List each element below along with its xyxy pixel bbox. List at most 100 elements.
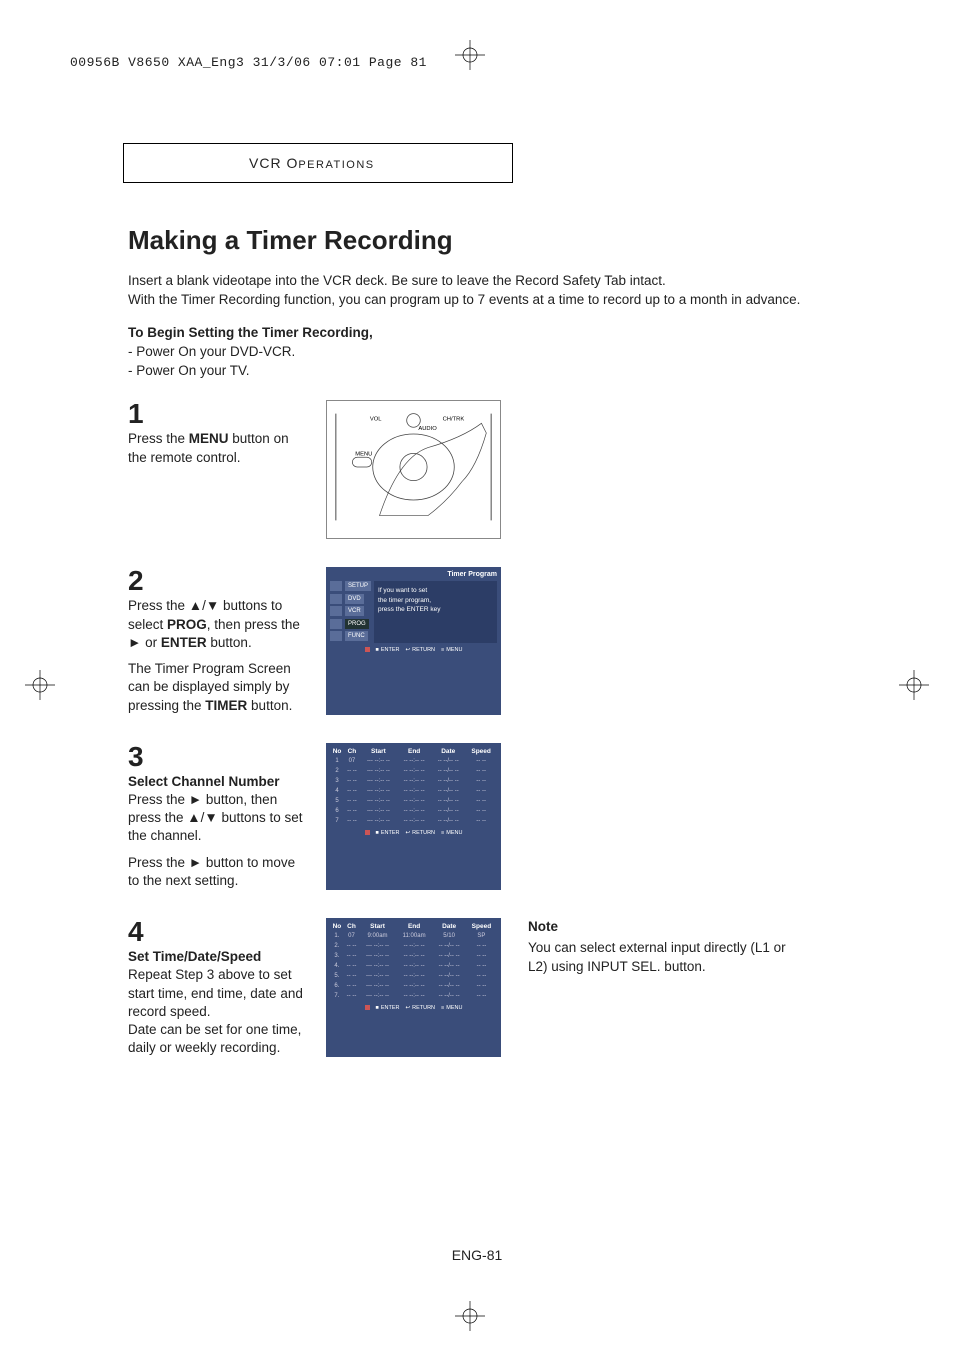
table-cell: --- --:-- -- [360, 806, 397, 816]
vol-label: VOL [370, 417, 382, 423]
step-number: 4 [128, 918, 308, 946]
table-cell: 3. [330, 951, 344, 961]
table-cell: -- -- [465, 816, 497, 826]
table-cell: -- -- [344, 951, 359, 961]
table-row: 1.079:00am11:00am5/10SP [330, 931, 497, 941]
remote-illustration: VOL AUDIO MENU CH/TRK [326, 400, 501, 539]
table-cell: -- --:-- -- [396, 951, 433, 961]
table-cell: -- -- [465, 776, 497, 786]
table-cell: -- -- [465, 786, 497, 796]
note-block: Note You can select external input direc… [528, 918, 788, 977]
table-row: 3.-- ----- --:-- ---- --:-- ---- --/-- -… [330, 951, 497, 961]
table-cell: 5/10 [432, 931, 465, 941]
menu-label: MENU [355, 452, 372, 458]
table-cell: --- --:-- -- [359, 961, 396, 971]
table-row: 2.-- ----- --:-- ---- --:-- ---- --/-- -… [330, 941, 497, 951]
note-title: Note [528, 918, 788, 937]
table-cell: -- --/-- -- [432, 991, 465, 1001]
table-cell: 3 [330, 776, 344, 786]
table-cell: --- --:-- -- [359, 951, 396, 961]
step-number: 1 [128, 400, 308, 428]
table-cell: -- -- [465, 806, 497, 816]
table-cell: 2 [330, 766, 344, 776]
table-header: Date [432, 922, 465, 931]
table-cell: -- --:-- -- [396, 961, 433, 971]
osd-title: Timer Program [330, 571, 497, 578]
table-cell: -- --:-- -- [396, 981, 433, 991]
crop-mark-icon [455, 40, 485, 70]
table-cell: --- --:-- -- [359, 941, 396, 951]
table-header: End [397, 747, 431, 756]
table-cell: 11:00am [396, 931, 433, 941]
table-cell: -- -- [466, 991, 497, 1001]
table-cell: -- --/-- -- [431, 776, 465, 786]
table-cell: 7. [330, 991, 344, 1001]
table-cell: 9:00am [359, 931, 396, 941]
table-cell: -- --/-- -- [432, 971, 465, 981]
table-cell: -- --:-- -- [397, 766, 431, 776]
osd-screen-channel-table: NoChStartEndDateSpeed 107--- --:-- ---- … [326, 743, 501, 890]
table-cell: -- --/-- -- [432, 961, 465, 971]
page-title: Making a Timer Recording [128, 225, 848, 256]
table-cell: -- -- [344, 766, 360, 776]
table-cell: -- --:-- -- [396, 971, 433, 981]
step-subtitle: Set Time/Date/Speed [128, 948, 308, 966]
table-cell: -- --/-- -- [431, 766, 465, 776]
crop-mark-icon [25, 670, 55, 700]
table-cell: -- --/-- -- [431, 816, 465, 826]
table-cell: -- --/-- -- [432, 981, 465, 991]
table-cell: 07 [344, 931, 359, 941]
table-row: 7.-- ----- --:-- ---- --:-- ---- --/-- -… [330, 991, 497, 1001]
table-cell: SP [466, 931, 497, 941]
table-cell: 5 [330, 796, 344, 806]
begin-instructions: To Begin Setting the Timer Recording, - … [128, 324, 848, 381]
table-header: End [396, 922, 433, 931]
table-cell: -- --:-- -- [397, 776, 431, 786]
crop-mark-icon [899, 670, 929, 700]
table-header: Speed [466, 922, 497, 931]
table-cell: --- --:-- -- [359, 991, 396, 1001]
table-cell: -- -- [344, 981, 359, 991]
table-cell: -- -- [465, 756, 497, 766]
table-cell: -- -- [344, 971, 359, 981]
table-header: No [330, 747, 344, 756]
table-cell: 6. [330, 981, 344, 991]
table-cell: -- -- [344, 816, 360, 826]
table-row: 107--- --:-- ---- --:-- ---- --/-- ---- … [330, 756, 497, 766]
table-cell: --- --:-- -- [359, 981, 396, 991]
table-cell: --- --:-- -- [360, 796, 397, 806]
table-cell: --- --:-- -- [360, 786, 397, 796]
table-cell: -- --:-- -- [397, 796, 431, 806]
table-cell: --- --:-- -- [360, 816, 397, 826]
table-cell: -- --/-- -- [432, 941, 465, 951]
osd-menu-item: FUNC [345, 631, 368, 641]
step-2: 2 Press the ▲/▼ buttons to select PROG, … [128, 567, 848, 714]
table-cell: 7 [330, 816, 344, 826]
table-cell: -- -- [466, 981, 497, 991]
crop-mark-icon [455, 1301, 485, 1331]
table-cell: -- -- [344, 991, 359, 1001]
table-cell: -- --:-- -- [397, 786, 431, 796]
table-row: 6-- ----- --:-- ---- --:-- ---- --/-- --… [330, 806, 497, 816]
table-cell: -- --:-- -- [397, 816, 431, 826]
step-subtitle: Select Channel Number [128, 773, 308, 791]
table-cell: -- --/-- -- [431, 756, 465, 766]
table-cell: -- --:-- -- [396, 941, 433, 951]
section-label: VCR OPERATIONS [249, 155, 375, 171]
osd-screen-timer-program: Timer Program SETUP DVD VCR PROG FUNC If… [326, 567, 501, 714]
table-cell: 5. [330, 971, 344, 981]
table-cell: -- --:-- -- [397, 756, 431, 766]
table-header: Speed [465, 747, 497, 756]
step-1: 1 Press the MENU button on the remote co… [128, 400, 848, 539]
table-cell: -- --/-- -- [431, 796, 465, 806]
chtrk-label: CH/TRK [443, 417, 465, 423]
step-number: 3 [128, 743, 308, 771]
table-header: Ch [344, 922, 359, 931]
table-header: No [330, 922, 344, 931]
table-header: Date [431, 747, 465, 756]
section-header: VCR OPERATIONS [123, 143, 513, 183]
step-3: 3 Select Channel Number Press the ► butt… [128, 743, 848, 890]
osd-screen-time-table: NoChStartEndDateSpeed 1.079:00am11:00am5… [326, 918, 501, 1057]
table-cell: -- -- [344, 941, 359, 951]
table-cell: 07 [344, 756, 360, 766]
